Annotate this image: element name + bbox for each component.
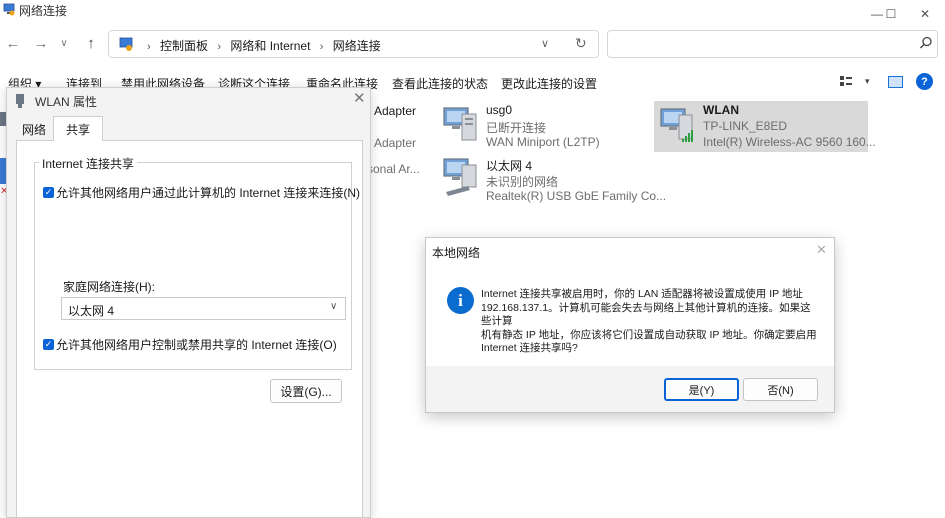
- breadcrumb-network-internet[interactable]: 网络和 Internet: [230, 39, 310, 53]
- help-icon[interactable]: ?: [916, 73, 933, 90]
- window-title: 网络连接: [19, 4, 68, 18]
- connection-name: WLAN: [703, 103, 739, 117]
- connection-device: WAN Miniport (L2TP): [486, 135, 600, 149]
- forward-button[interactable]: →: [30, 32, 52, 54]
- connection-item-ethernet-4[interactable]: [438, 156, 482, 200]
- breadcrumb: › 控制面板 › 网络和 Internet › 网络连接: [141, 37, 381, 54]
- breadcrumb-separator: ›: [217, 41, 222, 53]
- message-line: Internet 连接共享被启用时，你的 LAN 适配器将被设置成使用 IP 地…: [481, 288, 803, 300]
- info-icon: i: [447, 287, 474, 314]
- connection-item-usg0[interactable]: [438, 104, 482, 148]
- search-icon: [920, 36, 932, 49]
- network-adapter-icon: [443, 107, 477, 141]
- connection-device[interactable]: rsonal Ar...: [363, 162, 420, 176]
- wireless-adapter-icon: [660, 108, 693, 142]
- allow-connect-checkbox[interactable]: ✓: [43, 187, 54, 198]
- connection-device: Realtek(R) USB GbE Family Co...: [486, 189, 667, 203]
- wlan-properties-dialog: WLAN 属性 ✕ 网络 共享 Internet 连接共享 ✓ 允许其他网络用户…: [6, 87, 371, 518]
- connection-name: usg0: [486, 103, 513, 117]
- allow-connect-label[interactable]: 允许其他网络用户通过此计算机的 Internet 连接来连接(N): [56, 184, 360, 201]
- ethernet-adapter-icon: [443, 158, 477, 196]
- breadcrumb-control-panel[interactable]: 控制面板: [160, 39, 208, 53]
- sharing-tab-panel: Internet 连接共享 ✓ 允许其他网络用户通过此计算机的 Internet…: [16, 140, 363, 518]
- chevron-down-icon: ∨: [330, 301, 338, 312]
- connection-name: 以太网 4: [486, 159, 533, 173]
- breadcrumb-network-connections[interactable]: 网络连接: [333, 39, 381, 53]
- recent-locations-button[interactable]: ∨: [56, 32, 72, 54]
- search-input[interactable]: [607, 30, 938, 58]
- back-button[interactable]: ←: [2, 32, 24, 54]
- breadcrumb-separator: ›: [147, 41, 151, 53]
- connection-status: 未识别的网络: [486, 175, 559, 189]
- dialog-close-button[interactable]: ✕: [353, 89, 366, 107]
- connection-item-wlan[interactable]: WLAN TP-LINK_E8ED Intel(R) Wireless-AC 9…: [654, 101, 876, 152]
- title-bar: 网络连接 — ☐ ✕: [0, 0, 945, 28]
- connection-status: 已断开连接: [486, 121, 547, 135]
- connection-device: Intel(R) Wireless-AC 9560 160...: [703, 135, 876, 149]
- view-dropdown-icon[interactable]: ▾: [865, 76, 870, 87]
- no-button[interactable]: 否(N): [743, 378, 818, 401]
- address-bar[interactable]: › 控制面板 › 网络和 Internet › 网络连接 ∨ ↻: [108, 30, 599, 58]
- change-settings-button[interactable]: 更改此连接的设置: [501, 75, 597, 92]
- home-network-select[interactable]: 以太网 4 ∨: [61, 297, 346, 320]
- message-title: 本地网络: [432, 246, 481, 260]
- preview-pane-icon[interactable]: [888, 76, 903, 88]
- local-network-message-box: 本地网络 ✕ i Internet 连接共享被启用时，你的 LAN 适配器将被设…: [425, 237, 835, 413]
- home-network-value: 以太网 4: [68, 304, 115, 318]
- address-dropdown-icon[interactable]: ∨: [541, 37, 549, 50]
- refresh-icon[interactable]: ↻: [575, 35, 587, 52]
- allow-control-checkbox[interactable]: ✓: [43, 339, 54, 350]
- connection-device[interactable]: Adapter: [374, 104, 416, 118]
- up-button[interactable]: ↑: [80, 32, 102, 54]
- tab-network[interactable]: 网络: [16, 118, 52, 140]
- control-panel-icon: [119, 37, 133, 51]
- network-connections-icon: [3, 3, 15, 16]
- message-line: Internet 连接共享吗?: [481, 342, 578, 354]
- message-close-button[interactable]: ✕: [816, 242, 827, 258]
- home-network-label: 家庭网络连接(H):: [63, 280, 155, 294]
- tab-sharing[interactable]: 共享: [53, 116, 103, 141]
- connection-device[interactable]: Adapter: [374, 136, 416, 150]
- breadcrumb-separator: ›: [319, 41, 324, 53]
- allow-control-label[interactable]: 允许其他网络用户控制或禁用共享的 Internet 连接(O): [56, 336, 337, 353]
- close-button[interactable]: ✕: [905, 0, 945, 28]
- settings-button[interactable]: 设置(G)...: [270, 379, 342, 403]
- message-line: 192.168.137.1。计算机可能会失去与网络上其他计算机的连接。如果这些计…: [481, 301, 811, 328]
- view-options-icon[interactable]: [840, 76, 852, 88]
- message-text: Internet 连接共享被启用时，你的 LAN 适配器将被设置成使用 IP 地…: [481, 288, 821, 356]
- view-status-button[interactable]: 查看此连接的状态: [392, 75, 488, 92]
- message-line: 机有静态 IP 地址，你应该将它们设置成自动获取 IP 地址。你确定要启用: [481, 328, 817, 341]
- adapter-icon: [16, 94, 24, 108]
- dialog-title: WLAN 属性: [35, 95, 98, 109]
- group-title: Internet 连接共享: [39, 155, 138, 172]
- yes-button[interactable]: 是(Y): [664, 378, 739, 401]
- message-footer: 是(Y) 否(N): [426, 366, 834, 412]
- connection-status: TP-LINK_E8ED: [703, 119, 788, 133]
